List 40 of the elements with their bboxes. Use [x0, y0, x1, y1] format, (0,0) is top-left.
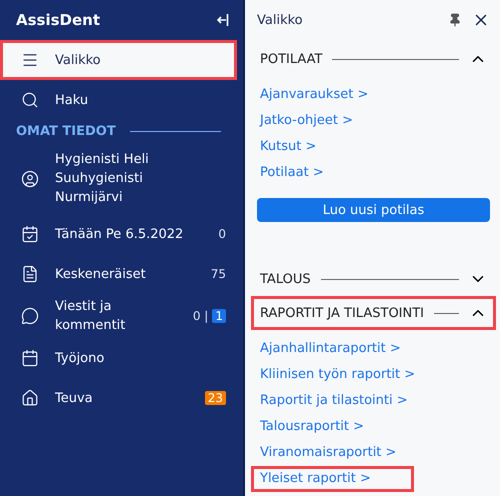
menu-link[interactable]: Ajanvaraukset >: [251, 82, 412, 108]
count-badge: 23: [204, 391, 226, 405]
menu-link[interactable]: Potilaat >: [251, 160, 367, 186]
app-name: AssisDent: [16, 11, 100, 29]
count-badge: 1: [212, 309, 226, 323]
menu-link[interactable]: Viranomaisraportit >: [251, 440, 440, 466]
calendar-check-icon: [21, 225, 39, 243]
nav-item[interactable]: Tänään Pe 6.5.2022 0: [0, 214, 243, 254]
count: 0 |: [192, 309, 208, 323]
nav-item[interactable]: Teuva 23: [0, 378, 243, 418]
count: 0: [218, 227, 226, 241]
menu-icon: [21, 51, 39, 69]
menu-link[interactable]: Kutsut >: [251, 134, 360, 160]
menu-link[interactable]: Yleiset raportit >: [251, 466, 414, 492]
section-heading: OMAT TIEDOT: [16, 124, 116, 139]
section-header[interactable]: POTILAAT: [251, 42, 496, 76]
calendar-icon: [21, 349, 39, 367]
count: 75: [210, 267, 226, 281]
menu-link[interactable]: Talousraportit >: [251, 414, 408, 440]
menu-link[interactable]: Raportit ja tilastointi >: [251, 388, 451, 414]
new-patient-button[interactable]: Luo uusi potilas: [257, 198, 490, 222]
section-header[interactable]: TALOUS: [251, 262, 496, 296]
nav-item[interactable]: Keskeneräiset 75: [0, 254, 243, 294]
user-icon: [21, 170, 39, 188]
menu-link[interactable]: Jatko-ohjeet >: [251, 108, 396, 134]
nav-item[interactable]: Viestit ja kommentit 0 | 1: [0, 294, 243, 338]
menu-link[interactable]: Ajanhallintaraportit >: [251, 336, 444, 362]
pin-icon[interactable]: [448, 13, 462, 27]
panel-title: Valikko: [257, 12, 304, 28]
search-icon: [21, 91, 39, 109]
document-icon: [21, 265, 39, 283]
nav-item[interactable]: Valikko: [0, 40, 237, 80]
chat-bubble-icon: [21, 307, 39, 325]
collapse-icon[interactable]: [217, 12, 229, 28]
nav-item[interactable]: Hygienisti Heli Suuhygienisti Nurmijärvi: [0, 143, 243, 214]
menu-link[interactable]: Kliinisen työn raportit >: [251, 362, 458, 388]
home-icon: [21, 389, 39, 407]
nav-item[interactable]: Työjono: [0, 338, 243, 378]
section-header[interactable]: RAPORTIT JA TILASTOINTI: [251, 296, 496, 330]
nav-item[interactable]: Haku: [0, 80, 243, 120]
